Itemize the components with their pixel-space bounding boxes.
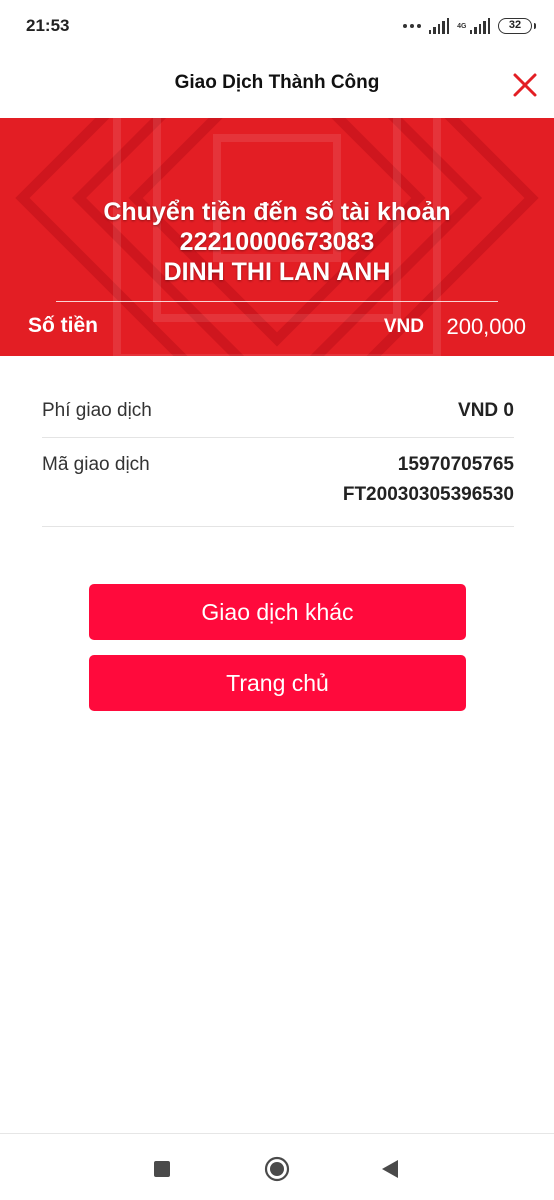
status-time: 21:53 xyxy=(26,16,70,35)
system-nav-bar xyxy=(0,1133,554,1200)
other-transaction-button[interactable]: Giao dịch khác xyxy=(89,584,466,640)
page-title: Giao Dịch Thành Công xyxy=(174,72,380,93)
close-icon xyxy=(513,73,537,97)
more-dots-icon xyxy=(402,24,421,28)
transaction-code-label: Mã giao dịch xyxy=(42,454,150,475)
recents-square-icon[interactable] xyxy=(154,1161,170,1177)
amount-value: 200,000 xyxy=(446,314,526,339)
status-bar: 21:53 4G 32 xyxy=(0,0,554,52)
close-button[interactable] xyxy=(510,70,540,100)
network-type-label: 4G xyxy=(457,22,467,30)
status-icons: 4G 32 xyxy=(402,16,536,36)
account-number: 22210000673083 xyxy=(179,228,375,256)
battery-icon: 32 xyxy=(498,18,536,34)
back-triangle-icon[interactable] xyxy=(380,1159,400,1179)
home-button[interactable]: Trang chủ xyxy=(89,655,466,711)
signal-icon xyxy=(428,18,450,34)
transaction-code-value: 15970705765 xyxy=(397,454,514,475)
fee-value: VND 0 xyxy=(458,400,514,421)
fee-label: Phí giao dịch xyxy=(42,400,152,421)
signal-icon-2 xyxy=(469,18,490,34)
header: Giao Dịch Thành Công xyxy=(0,52,554,118)
fee-row: Phí giao dịch VND 0 xyxy=(42,380,514,438)
amount-currency: VND xyxy=(383,316,424,337)
banner-divider xyxy=(56,301,498,302)
amount-label: Số tiền xyxy=(28,314,99,337)
transaction-code-row: Mã giao dịch 15970705765 FT2003030539653… xyxy=(42,438,514,527)
recipient-name: DINH THI LAN ANH xyxy=(163,258,391,286)
transaction-reference-value: FT20030305396530 xyxy=(342,484,514,505)
transaction-banner: Chuyển tiền đến số tài khoản 22210000673… xyxy=(0,118,554,356)
transaction-details: Phí giao dịch VND 0 Mã giao dịch 1597070… xyxy=(42,380,514,527)
home-circle-icon[interactable] xyxy=(264,1156,290,1182)
transfer-title: Chuyển tiền đến số tài khoản xyxy=(103,198,451,226)
